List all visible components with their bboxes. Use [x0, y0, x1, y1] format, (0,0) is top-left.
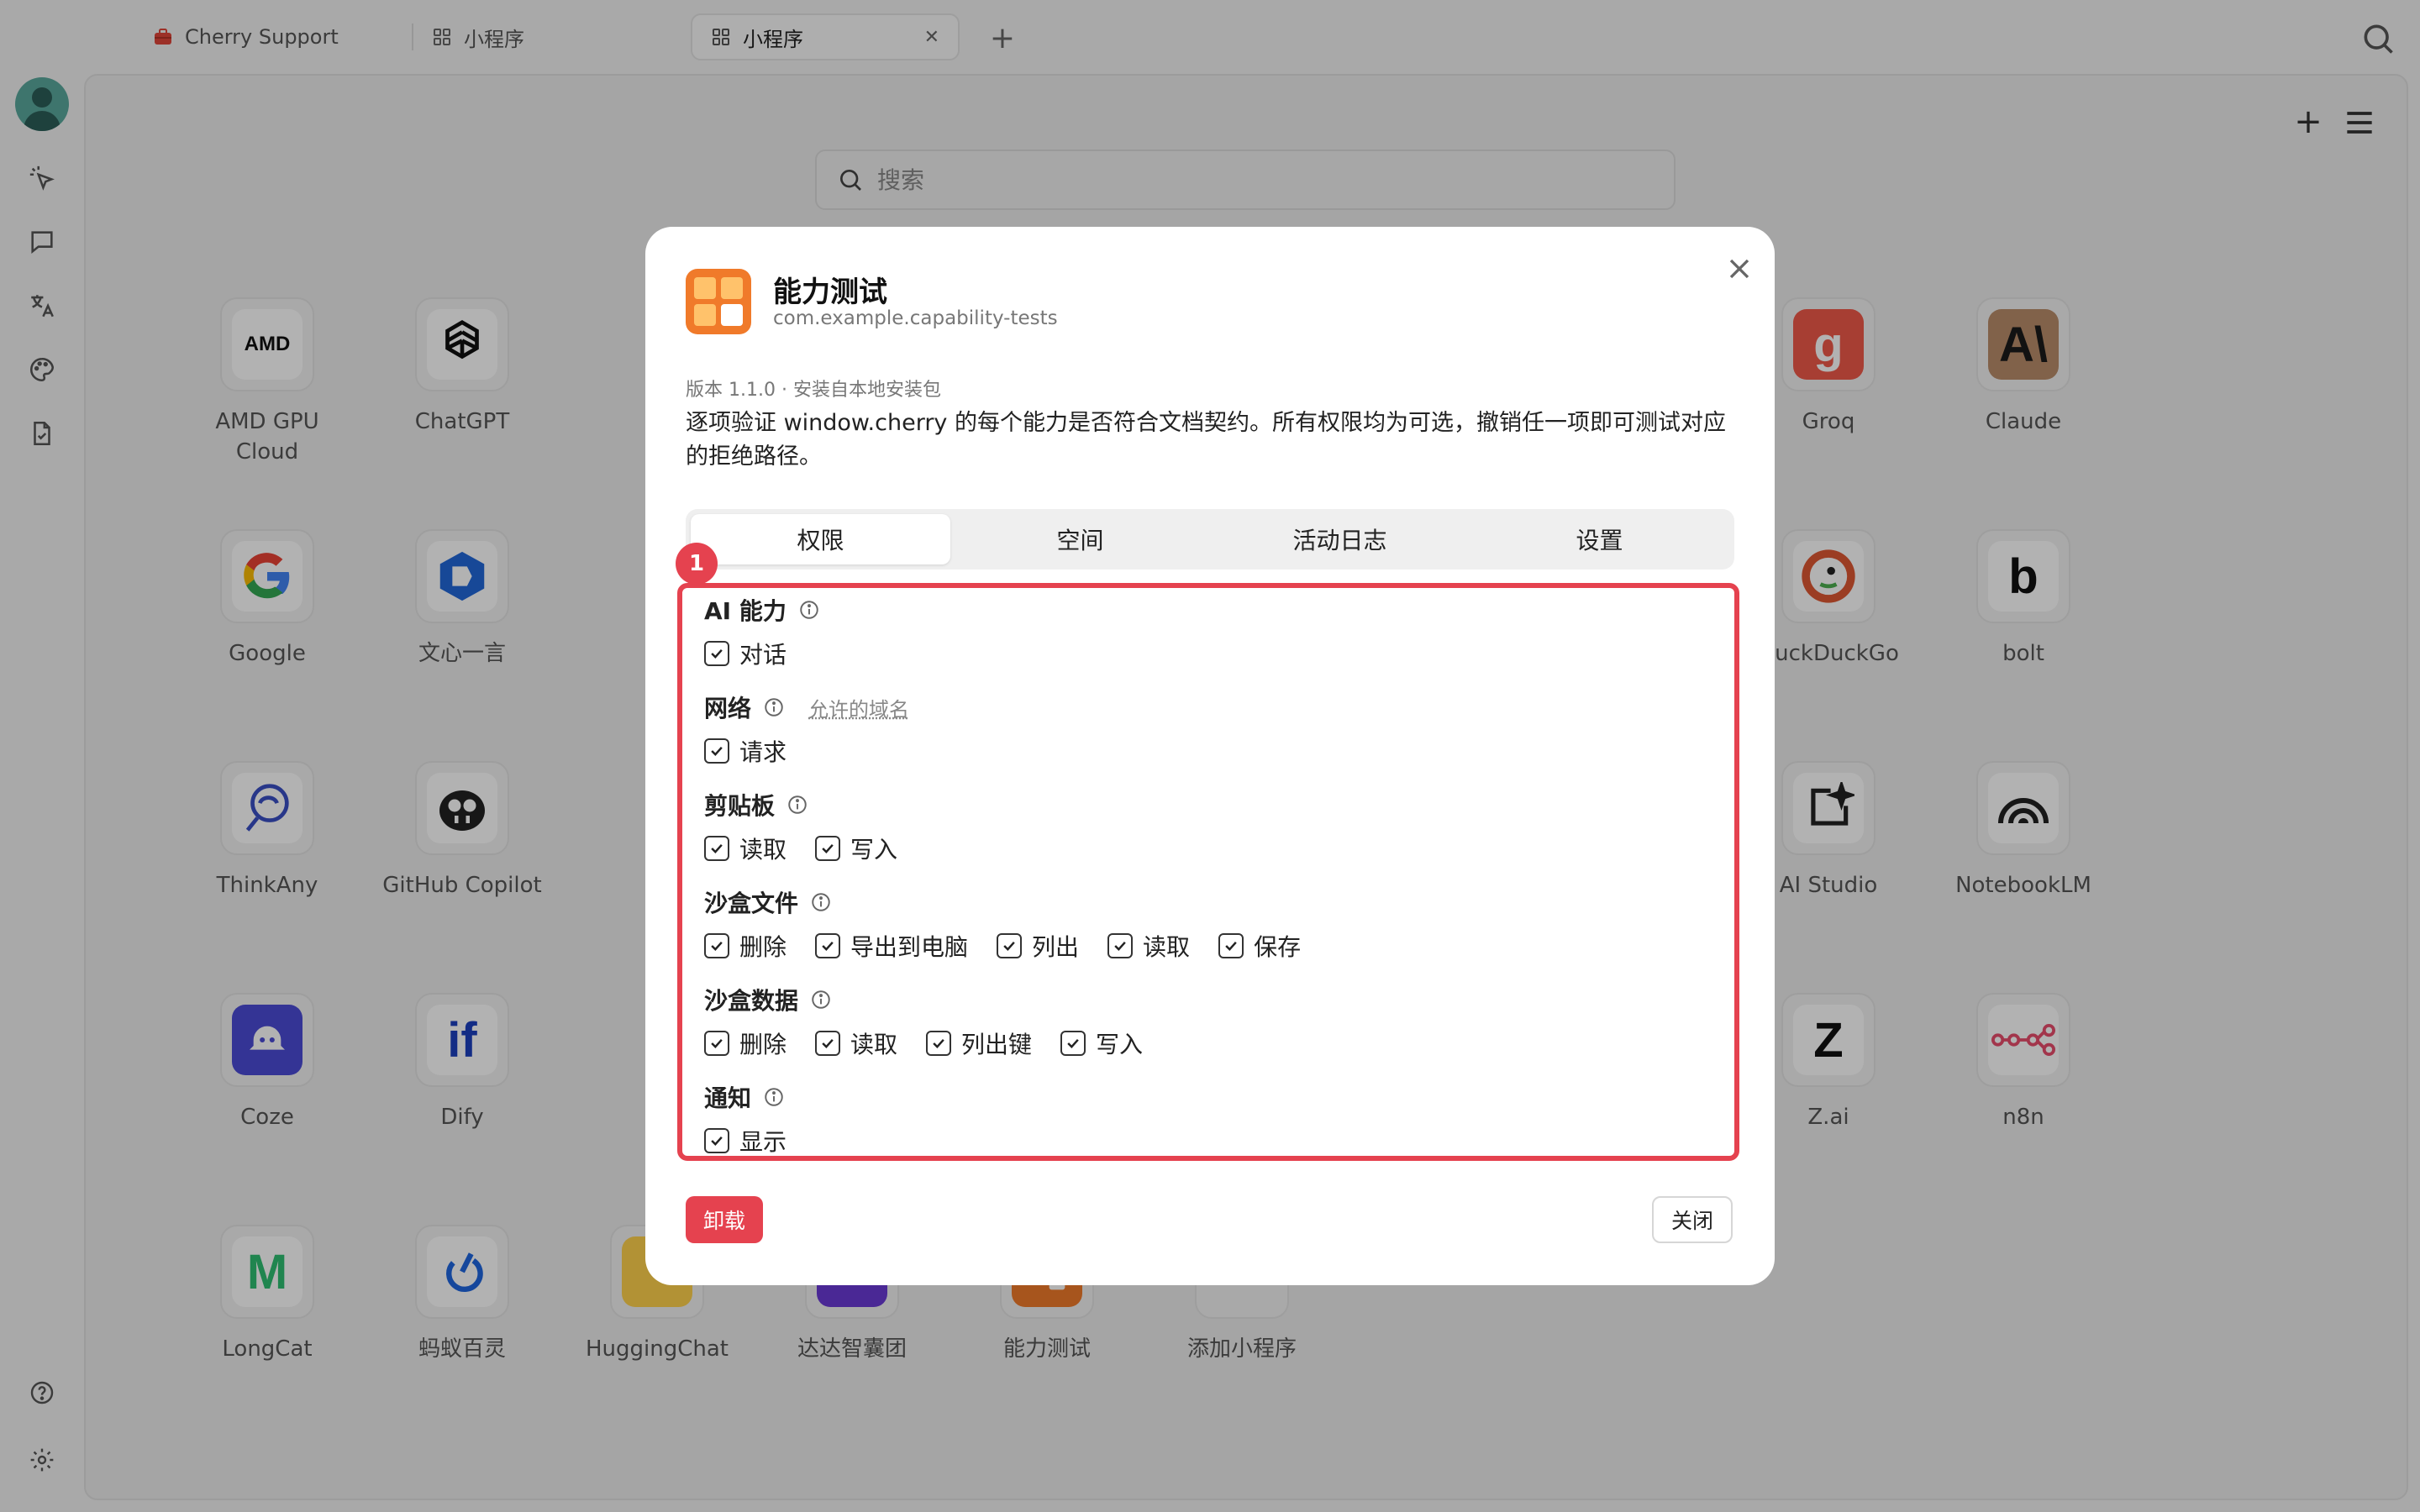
info-icon[interactable] — [798, 599, 820, 621]
annotation-badge: 1 — [676, 543, 718, 585]
permission-checkbox[interactable]: 导出到电脑 — [815, 929, 968, 963]
checkbox-checked-icon[interactable] — [1107, 933, 1134, 958]
info-icon[interactable] — [786, 794, 808, 816]
group-title-text: 网络 — [704, 695, 752, 722]
checkbox-label: 删除 — [739, 933, 787, 961]
permission-group-title: 沙盒数据 — [704, 983, 832, 1016]
checkbox-label: 列出 — [1032, 933, 1080, 961]
permission-checkbox[interactable]: 读取 — [1107, 929, 1190, 963]
package-id: com.example.capability-tests — [773, 307, 1058, 329]
tab-space[interactable]: 空间 — [950, 514, 1210, 564]
checkbox-label: 保存 — [1254, 933, 1302, 961]
tab-activity-log[interactable]: 活动日志 — [1210, 514, 1470, 564]
permission-checkbox[interactable]: 显示 — [704, 1124, 786, 1158]
app-logo — [686, 269, 751, 334]
checkbox-checked-icon[interactable] — [704, 836, 729, 861]
info-icon[interactable] — [763, 696, 785, 718]
permission-checkbox[interactable]: 写入 — [1060, 1026, 1143, 1060]
permission-checkbox[interactable]: 请求 — [704, 734, 786, 768]
permission-checkbox[interactable]: 对话 — [704, 637, 786, 670]
checkbox-label: 写入 — [1096, 1031, 1144, 1058]
permission-checkbox-row: 对话 — [704, 637, 786, 670]
permission-checkbox[interactable]: 写入 — [815, 832, 897, 865]
checkbox-checked-icon[interactable] — [704, 1128, 729, 1153]
checkbox-checked-icon[interactable] — [704, 641, 729, 666]
checkbox-checked-icon[interactable] — [926, 1031, 952, 1056]
checkbox-checked-icon[interactable] — [815, 836, 841, 861]
checkbox-label: 列出键 — [961, 1031, 1033, 1058]
permission-group-title: 剪贴板 — [704, 788, 808, 822]
close-button[interactable]: 关闭 — [1652, 1196, 1733, 1243]
permission-checkbox[interactable]: 删除 — [704, 929, 786, 963]
info-icon[interactable] — [763, 1086, 785, 1108]
permission-checkbox[interactable]: 列出 — [997, 929, 1079, 963]
permission-group-title: 沙盒文件 — [704, 885, 832, 919]
allowed-domains-link[interactable]: 允许的域名 — [808, 693, 909, 722]
checkbox-checked-icon[interactable] — [815, 933, 841, 958]
tab-permissions[interactable]: 权限 — [691, 514, 950, 564]
permission-checkbox[interactable]: 保存 — [1218, 929, 1301, 963]
group-title-text: 通知 — [704, 1084, 752, 1112]
checkbox-checked-icon[interactable] — [1218, 933, 1244, 958]
checkbox-label: 请求 — [739, 738, 787, 766]
permission-group-title: AI 能力 — [704, 593, 820, 627]
checkbox-label: 删除 — [739, 1031, 787, 1058]
checkbox-label: 读取 — [739, 836, 787, 864]
dialog-tabs: 权限 空间 活动日志 设置 — [686, 509, 1734, 570]
permissions-highlight — [677, 583, 1739, 1161]
app-description: 逐项验证 window.cherry 的每个能力是否符合文档契约。所有权限均为可… — [686, 410, 1726, 470]
dialog-title: 能力测试 — [773, 276, 887, 309]
checkbox-checked-icon[interactable] — [704, 933, 729, 958]
group-title-text: 剪贴板 — [704, 792, 776, 820]
permission-checkbox[interactable]: 读取 — [815, 1026, 897, 1060]
info-icon[interactable] — [810, 989, 832, 1011]
checkbox-checked-icon[interactable] — [704, 738, 729, 764]
permission-group-title: 通知 — [704, 1080, 785, 1114]
checkbox-checked-icon[interactable] — [1060, 1031, 1086, 1056]
close-icon[interactable] — [1723, 252, 1756, 286]
permission-checkbox[interactable]: 读取 — [704, 832, 786, 865]
app-detail-dialog: 能力测试 com.example.capability-tests 版本 1.1… — [645, 227, 1775, 1285]
tab-settings[interactable]: 设置 — [1470, 514, 1729, 564]
checkbox-checked-icon[interactable] — [815, 1031, 841, 1056]
permission-group-title: 网络 允许的域名 — [704, 690, 909, 724]
permission-checkbox-row: 删除 导出到电脑 列出 读取 保存 — [704, 929, 1301, 963]
group-title-text: 沙盒数据 — [704, 987, 799, 1015]
group-title-text: AI 能力 — [704, 597, 786, 625]
permission-checkbox[interactable]: 列出键 — [926, 1026, 1032, 1060]
permission-checkbox-row: 请求 — [704, 734, 786, 768]
info-icon[interactable] — [810, 891, 832, 913]
checkbox-checked-icon[interactable] — [704, 1031, 729, 1056]
checkbox-checked-icon[interactable] — [997, 933, 1023, 958]
permission-checkbox-row: 读取 写入 — [704, 832, 897, 865]
version-line: 版本 1.1.0 · 安装自本地安装包 — [686, 380, 941, 401]
group-title-text: 沙盒文件 — [704, 890, 799, 917]
checkbox-label: 读取 — [850, 1031, 898, 1058]
uninstall-button[interactable]: 卸载 — [686, 1196, 763, 1243]
permission-checkbox-row: 删除 读取 列出键 写入 — [704, 1026, 1143, 1060]
permission-checkbox[interactable]: 删除 — [704, 1026, 786, 1060]
checkbox-label: 写入 — [850, 836, 898, 864]
checkbox-label: 对话 — [739, 641, 787, 669]
checkbox-label: 显示 — [739, 1128, 787, 1156]
permission-checkbox-row: 显示 — [704, 1124, 786, 1158]
checkbox-label: 导出到电脑 — [850, 933, 969, 961]
checkbox-label: 读取 — [1143, 933, 1191, 961]
